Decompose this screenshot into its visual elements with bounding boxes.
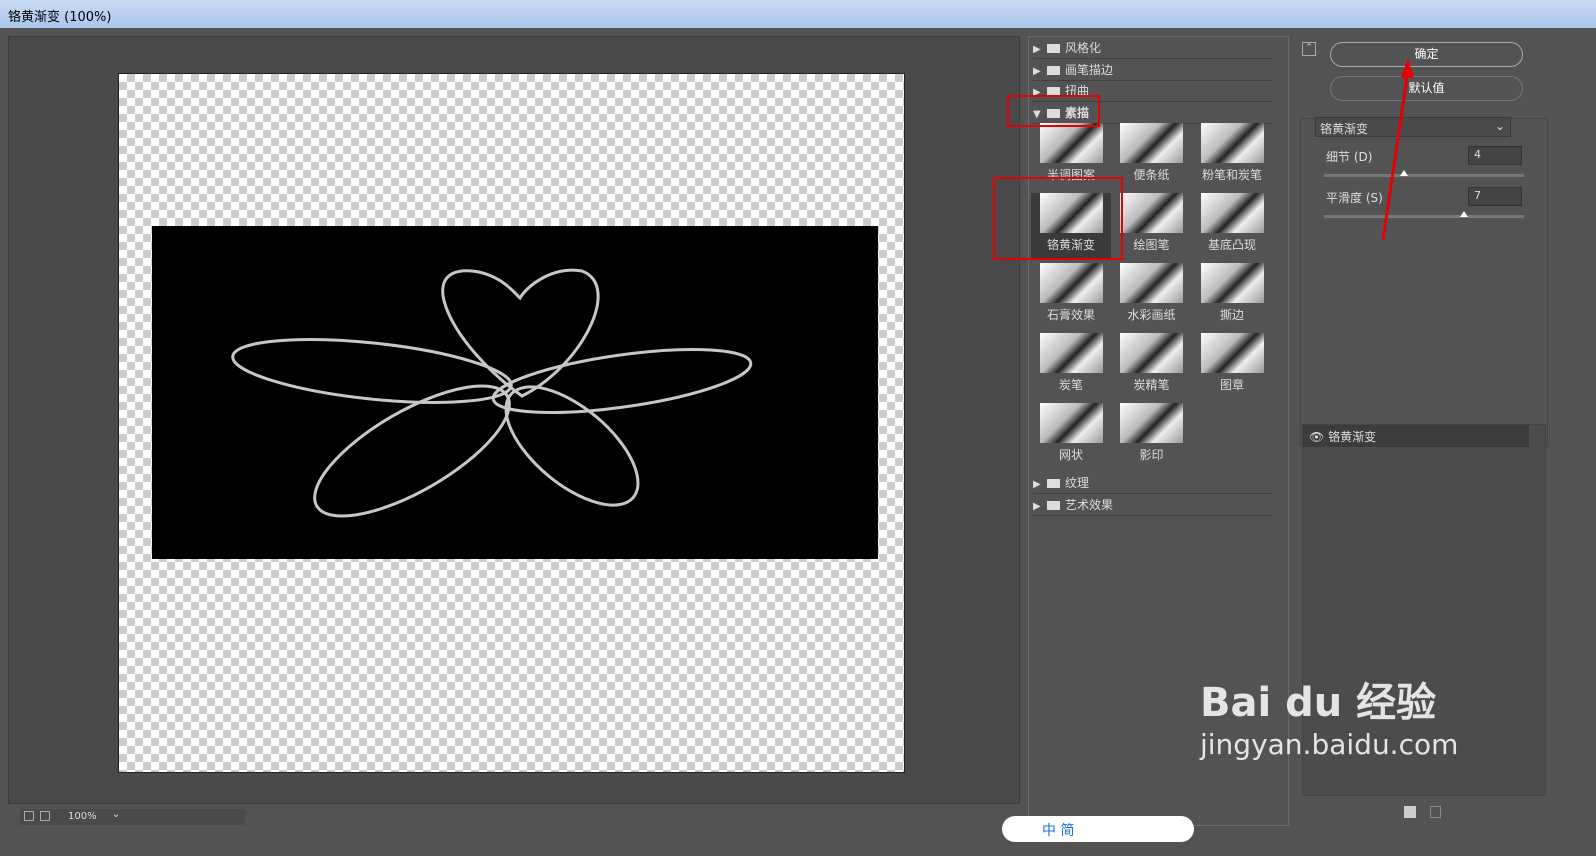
expand-arrow-icon: ▶ bbox=[1033, 44, 1041, 55]
filter-preview bbox=[1039, 123, 1103, 163]
annotation-arrow bbox=[1381, 58, 1414, 241]
filter-thumb[interactable]: 炭精笔 bbox=[1112, 333, 1192, 399]
window-title: 铬黄渐变 (100%) bbox=[8, 10, 112, 25]
zoom-in-button[interactable] bbox=[40, 811, 50, 821]
filter-preview bbox=[1039, 403, 1103, 443]
effect-layer-row[interactable]: 👁 铬黄渐变 bbox=[1303, 425, 1529, 447]
filter-thumb[interactable]: 便条纸 bbox=[1112, 123, 1192, 189]
status-bar: 100% ⌄ bbox=[20, 809, 245, 825]
expand-arrow-icon: ▶ bbox=[1033, 501, 1041, 512]
detail-label: 细节 (D) bbox=[1326, 150, 1373, 164]
expand-arrow-icon: ▶ bbox=[1033, 479, 1041, 490]
filter-preview bbox=[1120, 333, 1183, 373]
title-bar: 铬黄渐变 (100%) bbox=[0, 0, 1596, 28]
filter-preview bbox=[1200, 333, 1264, 373]
chrome-flower-image bbox=[231, 268, 753, 518]
chevron-down-icon[interactable]: ⌄ bbox=[112, 809, 120, 820]
preview-image bbox=[152, 226, 878, 559]
filter-preview bbox=[1200, 123, 1264, 163]
filter-thumb[interactable]: 图章 bbox=[1192, 333, 1272, 399]
filter-thumb[interactable]: 绘图笔 bbox=[1112, 193, 1192, 259]
zoom-out-button[interactable] bbox=[24, 811, 34, 821]
filter-thumb[interactable]: 网状 bbox=[1031, 403, 1111, 469]
filter-thumb[interactable]: 水彩画纸 bbox=[1112, 263, 1192, 329]
filter-preview bbox=[1120, 403, 1183, 443]
filter-preview bbox=[1039, 263, 1103, 303]
category-texture[interactable]: ▶ 纹理 bbox=[1033, 473, 1273, 494]
filter-preview bbox=[1200, 193, 1264, 233]
filter-thumb[interactable]: 石膏效果 bbox=[1031, 263, 1111, 329]
category-artistic[interactable]: ▶ 艺术效果 bbox=[1033, 495, 1273, 516]
folder-icon bbox=[1047, 501, 1060, 510]
ime-toolbar[interactable]: 中 简 bbox=[1002, 816, 1194, 842]
filter-preview bbox=[1120, 193, 1183, 233]
filter-thumb[interactable]: 基底凸现 bbox=[1192, 193, 1272, 259]
filter-preview bbox=[1200, 263, 1264, 303]
filter-thumb[interactable]: 粉笔和炭笔 bbox=[1192, 123, 1272, 189]
filter-thumb[interactable]: 影印 bbox=[1112, 403, 1192, 469]
category-stylize[interactable]: ▶ 风格化 bbox=[1033, 38, 1273, 59]
detail-input[interactable]: 4 bbox=[1468, 146, 1522, 165]
expand-arrow-icon: ▶ bbox=[1033, 66, 1041, 77]
eye-icon[interactable]: 👁 bbox=[1309, 430, 1324, 444]
new-effect-layer-icon[interactable] bbox=[1404, 806, 1416, 818]
highlight-chrome bbox=[993, 177, 1123, 260]
collapse-icon[interactable]: ⌃ bbox=[1302, 42, 1316, 56]
zoom-level[interactable]: 100% bbox=[68, 811, 97, 822]
category-brush-strokes[interactable]: ▶ 画笔描边 bbox=[1033, 60, 1273, 81]
filter-preview bbox=[1039, 333, 1103, 373]
filter-preview bbox=[1120, 263, 1183, 303]
watermark: Bai du 经验 jingyan.baidu.com bbox=[1200, 680, 1459, 761]
folder-icon bbox=[1047, 479, 1060, 488]
slider-handle[interactable] bbox=[1460, 211, 1468, 217]
highlight-sketch bbox=[1007, 95, 1100, 127]
smoothness-input[interactable]: 7 bbox=[1468, 187, 1522, 206]
folder-icon bbox=[1047, 44, 1060, 53]
folder-icon bbox=[1047, 66, 1060, 75]
delete-icon[interactable] bbox=[1430, 806, 1441, 818]
filter-thumb[interactable]: 炭笔 bbox=[1031, 333, 1111, 399]
filter-preview bbox=[1120, 123, 1183, 163]
chevron-down-icon: ⌄ bbox=[1494, 119, 1505, 133]
filter-thumb[interactable]: 撕边 bbox=[1192, 263, 1272, 329]
